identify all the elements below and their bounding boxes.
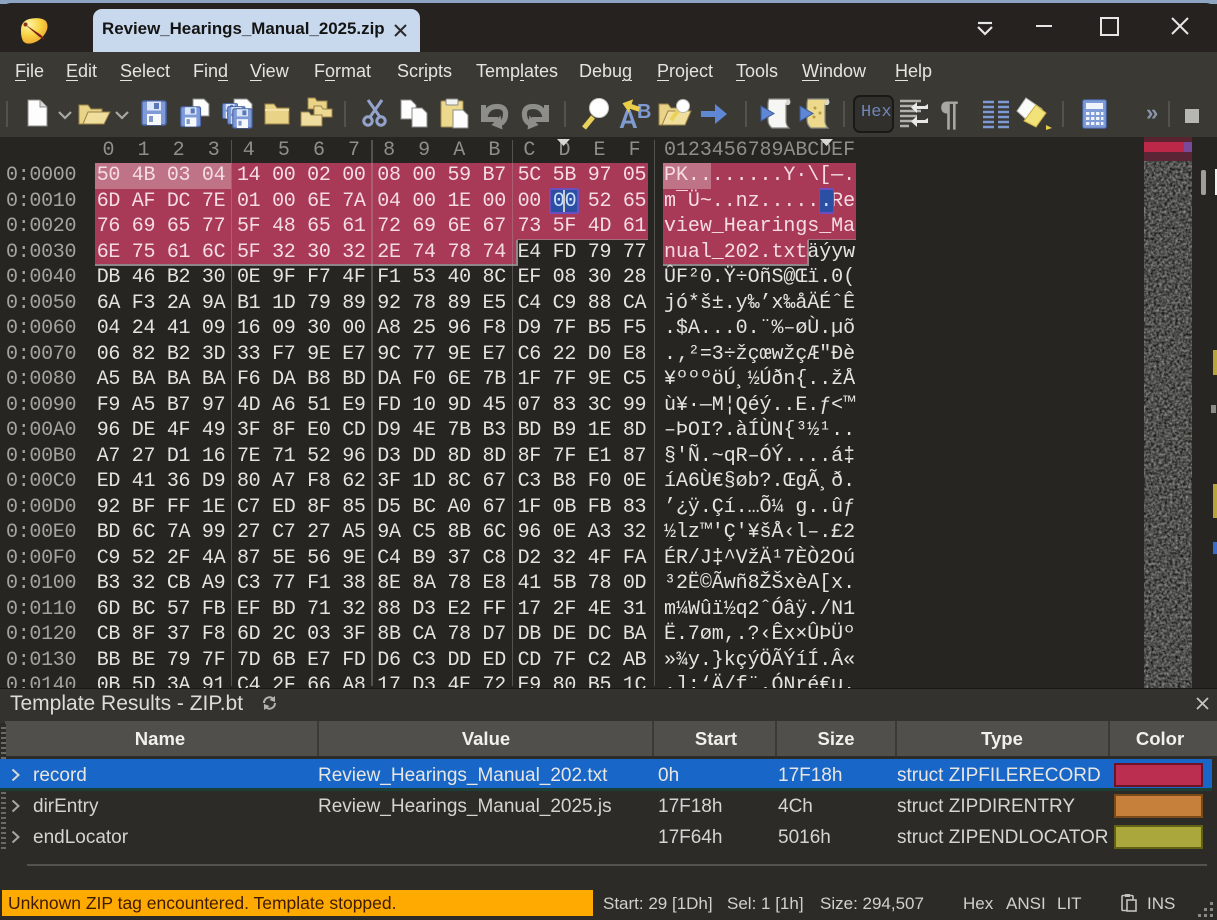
svg-text:B: B [637, 101, 651, 123]
